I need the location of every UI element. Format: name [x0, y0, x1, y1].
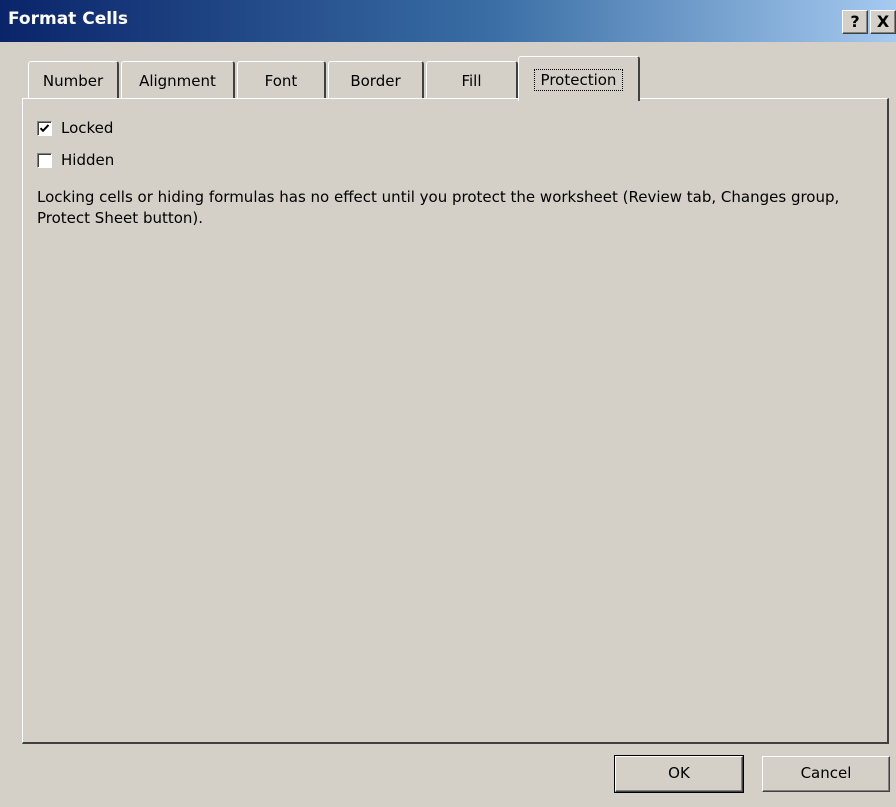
hidden-checkbox[interactable] — [37, 152, 52, 168]
tab-border[interactable]: Border — [328, 61, 424, 99]
title-bar[interactable]: Format Cells ? X — [0, 0, 896, 42]
locked-checkbox-row[interactable]: Locked — [37, 119, 113, 137]
tab-number[interactable]: Number — [28, 61, 119, 99]
window-title: Format Cells — [8, 9, 128, 29]
tab-font[interactable]: Font — [237, 61, 326, 99]
locked-label: Locked — [61, 119, 114, 137]
tab-protection[interactable]: Protection — [518, 56, 640, 101]
checkmark-icon — [39, 123, 50, 132]
protection-info-text: Locking cells or hiding formulas has no … — [37, 188, 840, 227]
ok-button[interactable]: OK — [614, 755, 744, 793]
protection-panel: Locked Hidden Locking cells or hiding fo… — [22, 98, 889, 744]
tab-label: Fill — [461, 72, 482, 90]
close-button[interactable]: X — [870, 10, 896, 34]
hidden-label: Hidden — [61, 151, 115, 169]
tab-label: Font — [264, 72, 298, 90]
tab-label: Number — [42, 72, 104, 90]
cancel-button[interactable]: Cancel — [762, 756, 890, 792]
tab-label: Alignment — [139, 72, 216, 90]
locked-checkbox[interactable] — [37, 120, 52, 136]
help-button[interactable]: ? — [842, 10, 868, 34]
tab-label: Protection — [533, 69, 624, 91]
tab-fill[interactable]: Fill — [426, 61, 518, 99]
hidden-checkbox-row[interactable]: Hidden — [37, 151, 114, 169]
tab-alignment[interactable]: Alignment — [121, 61, 235, 99]
tab-label: Border — [350, 72, 401, 90]
